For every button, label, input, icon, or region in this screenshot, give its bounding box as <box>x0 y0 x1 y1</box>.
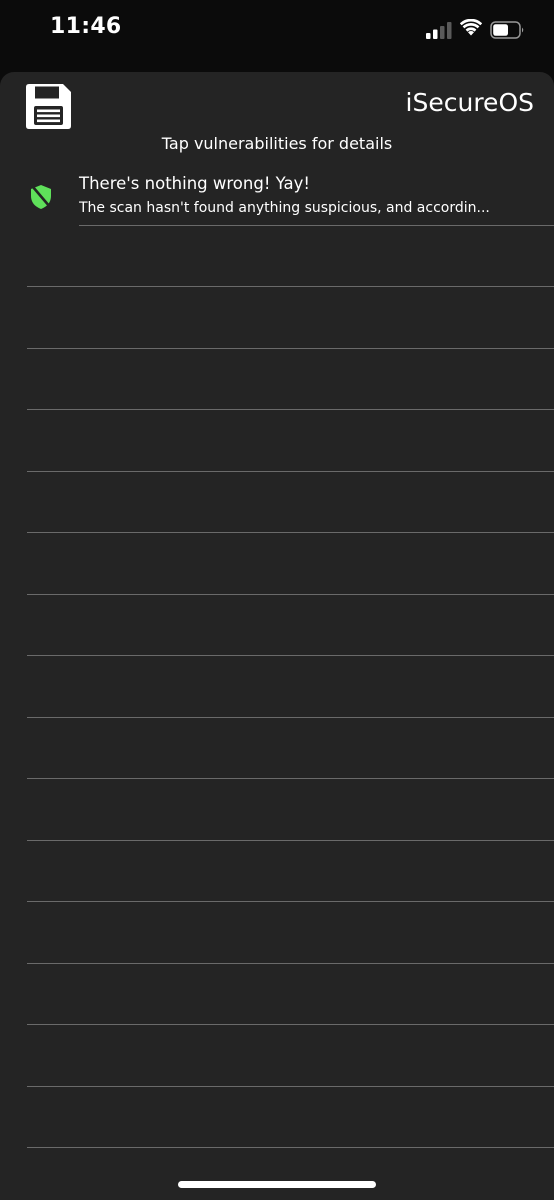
wifi-icon <box>460 19 482 36</box>
empty-row <box>0 779 554 841</box>
vulnerability-list: There's nothing wrong! Yay! The scan has… <box>0 164 554 1148</box>
app-screen: 11:46 iSecureOS Tap vulnerabilities for … <box>0 0 554 1200</box>
empty-row <box>0 656 554 718</box>
empty-row <box>0 718 554 779</box>
empty-row <box>0 226 554 287</box>
vulnerability-row[interactable]: There's nothing wrong! Yay! The scan has… <box>0 164 554 226</box>
status-time: 11:46 <box>50 14 122 39</box>
shield-check-icon <box>31 185 52 209</box>
page-subtitle: Tap vulnerabilities for details <box>161 134 393 153</box>
app-title: iSecureOS <box>405 88 534 117</box>
empty-row <box>0 902 554 964</box>
empty-row <box>0 1025 554 1087</box>
empty-row <box>0 533 554 595</box>
empty-row <box>0 964 554 1025</box>
empty-row <box>0 349 554 410</box>
status-bar: 11:46 <box>0 0 554 62</box>
main-sheet: iSecureOS Tap vulnerabilities for detail… <box>0 72 554 1200</box>
empty-row <box>0 595 554 656</box>
vulnerability-detail: The scan hasn't found anything suspiciou… <box>79 200 490 216</box>
empty-row <box>0 472 554 533</box>
floppy-disk-icon[interactable] <box>26 84 71 129</box>
empty-row <box>0 1087 554 1148</box>
battery-icon <box>490 21 524 39</box>
home-indicator[interactable] <box>178 1181 376 1188</box>
vulnerability-title: There's nothing wrong! Yay! <box>79 174 310 193</box>
cellular-signal-icon <box>426 22 452 39</box>
empty-row <box>0 410 554 472</box>
row-separator <box>27 1147 554 1148</box>
empty-row <box>0 841 554 902</box>
empty-row <box>0 287 554 349</box>
